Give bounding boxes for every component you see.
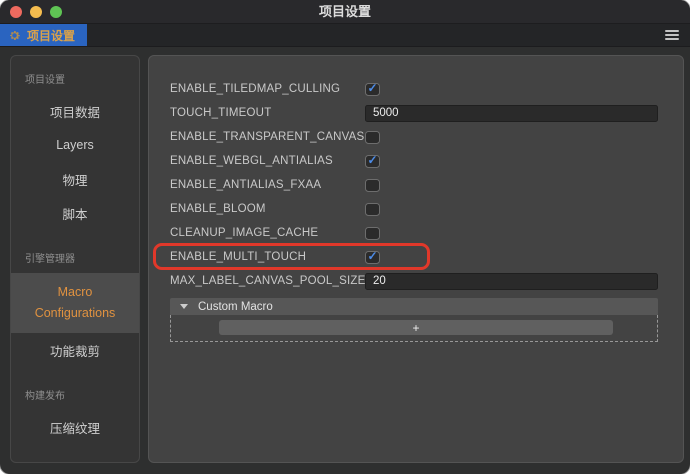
content-area: 项目设置项目数据 Layers 物理 脚本引擎管理器 Macro Configurati… — [0, 47, 690, 474]
project-settings-window: 项目设置 项目设置 项目设置项目数据 Layers 物理 脚本引擎管理器 Macro C… — [0, 0, 690, 474]
sidebar-item-项目数据[interactable]: 项目数据 — [11, 94, 139, 128]
setting-label: ENABLE_TILEDMAP_CULLING — [170, 83, 341, 95]
tab-project-settings[interactable]: 项目设置 — [0, 24, 88, 46]
checkbox-enable-transparent-canvas[interactable] — [365, 130, 380, 144]
checkbox-enable-tiledmap-culling[interactable]: ✓ — [365, 81, 380, 96]
sidebar-item-功能裁剪[interactable]: 功能裁剪 — [11, 333, 139, 367]
setting-label: TOUCH_TIMEOUT — [170, 107, 272, 119]
setting-control — [365, 104, 658, 122]
setting-label: CLEANUP_IMAGE_CACHE — [170, 227, 319, 239]
setting-row-max-label-canvas-pool-size: MAX_LABEL_CANVAS_POOL_SIZE — [170, 269, 658, 293]
tab-bar: 项目设置 — [0, 24, 690, 47]
setting-row-touch-timeout: TOUCH_TIMEOUT — [170, 101, 658, 125]
custom-macro-title: Custom Macro — [198, 300, 273, 313]
sidebar-item-macro-configurations[interactable]: Macro Configurations — [11, 273, 139, 333]
setting-control — [365, 202, 658, 216]
setting-control — [365, 178, 658, 192]
add-macro-button[interactable]: + — [219, 320, 613, 335]
input-max-label-canvas-pool-size[interactable] — [365, 272, 658, 290]
setting-control — [365, 130, 658, 144]
setting-row-enable-multi-touch: ENABLE_MULTI_TOUCH ✓ — [153, 243, 658, 270]
custom-macro-section: Custom Macro + — [170, 298, 658, 342]
checkbox-cleanup-image-cache[interactable] — [365, 226, 380, 240]
check-icon: ✓ — [367, 249, 378, 263]
sidebar-section-header: 项目设置 — [25, 75, 65, 86]
sidebar-item-脚本[interactable]: 脚本 — [11, 196, 139, 230]
setting-label: ENABLE_WEBGL_ANTIALIAS — [170, 155, 333, 167]
hamburger-menu-icon[interactable] — [665, 29, 679, 41]
custom-macro-body: + — [170, 315, 658, 342]
sidebar-section-header: 引擎管理器 — [25, 254, 75, 265]
sidebar-section-header: 构建发布 — [25, 391, 65, 402]
setting-row-enable-webgl-antialias: ENABLE_WEBGL_ANTIALIAS ✓ — [170, 149, 658, 173]
checkbox-enable-bloom[interactable] — [365, 202, 380, 216]
sidebar-item-layers[interactable]: Layers — [11, 128, 139, 162]
setting-label: ENABLE_ANTIALIAS_FXAA — [170, 179, 322, 191]
setting-row-enable-antialias-fxaa: ENABLE_ANTIALIAS_FXAA — [170, 173, 658, 197]
input-touch-timeout[interactable] — [365, 104, 658, 122]
chevron-down-icon — [180, 304, 188, 309]
gear-icon — [10, 30, 20, 40]
setting-row-enable-tiledmap-culling: ENABLE_TILEDMAP_CULLING ✓ — [170, 77, 658, 101]
check-icon: ✓ — [367, 81, 378, 95]
sidebar-item-压缩纹理[interactable]: 压缩纹理 — [11, 410, 139, 444]
setting-row-enable-transparent-canvas: ENABLE_TRANSPARENT_CANVAS — [170, 125, 658, 149]
setting-row-enable-bloom: ENABLE_BLOOM — [170, 197, 658, 221]
check-icon: ✓ — [367, 153, 378, 167]
titlebar: 项目设置 — [0, 0, 690, 24]
settings-rows: ENABLE_TILEDMAP_CULLING ✓ TOUCH_TIMEOUT ENA… — [153, 77, 658, 293]
checkbox-enable-multi-touch[interactable]: ✓ — [365, 249, 380, 264]
setting-row-cleanup-image-cache: CLEANUP_IMAGE_CACHE — [170, 221, 658, 245]
setting-control: ✓ — [365, 153, 658, 168]
setting-control — [365, 272, 658, 290]
setting-control: ✓ — [365, 81, 658, 96]
setting-label: ENABLE_MULTI_TOUCH — [170, 251, 307, 263]
settings-panel: ENABLE_TILEDMAP_CULLING ✓ TOUCH_TIMEOUT ENA… — [148, 55, 684, 463]
custom-macro-header[interactable]: Custom Macro — [170, 298, 658, 315]
setting-control — [365, 226, 658, 240]
setting-label: ENABLE_TRANSPARENT_CANVAS — [170, 131, 365, 143]
checkbox-enable-antialias-fxaa[interactable] — [365, 178, 380, 192]
setting-label: MAX_LABEL_CANVAS_POOL_SIZE — [170, 275, 366, 287]
sidebar: 项目设置项目数据 Layers 物理 脚本引擎管理器 Macro Configurati… — [10, 55, 140, 463]
sidebar-item-物理[interactable]: 物理 — [11, 162, 139, 196]
setting-control: ✓ — [365, 249, 658, 264]
checkbox-enable-webgl-antialias[interactable]: ✓ — [365, 153, 380, 168]
plus-icon: + — [412, 320, 420, 335]
setting-label: ENABLE_BLOOM — [170, 203, 266, 215]
tab-label: 项目设置 — [27, 28, 76, 43]
window-title: 项目设置 — [318, 3, 371, 19]
